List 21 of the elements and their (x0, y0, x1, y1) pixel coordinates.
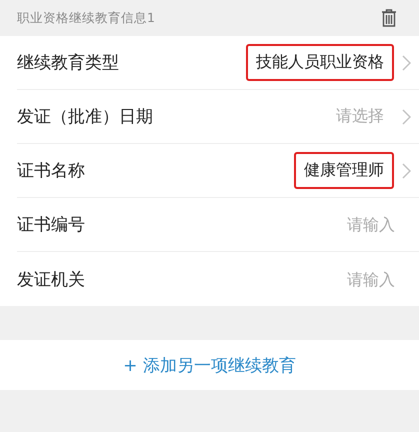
field-placeholder: 请选择 (335, 105, 385, 127)
section-title: 职业资格继续教育信息1 (17, 10, 155, 26)
field-value: 健康管理师 (294, 152, 394, 189)
form-row[interactable]: 证书编号 请输入 (17, 198, 419, 252)
field-label: 继续教育类型 (17, 52, 119, 74)
form-row[interactable]: 发证机关 请输入 (17, 252, 419, 306)
field-label: 证书编号 (17, 214, 85, 236)
field-label: 发证（批准）日期 (17, 106, 153, 128)
form-row[interactable]: 发证（批准）日期 请选择 (17, 90, 419, 144)
trash-icon[interactable] (381, 9, 397, 27)
add-button[interactable]: + 添加另一项继续教育 (0, 340, 419, 390)
chevron-icon (402, 108, 411, 124)
field-label: 证书名称 (17, 160, 85, 182)
chevron-icon (402, 54, 411, 70)
input-field[interactable]: 请输入 (273, 268, 397, 290)
field-value: 技能人员职业资格 (246, 44, 394, 81)
form-row[interactable]: 继续教育类型 技能人员职业资格 (17, 36, 419, 90)
field-label: 发证机关 (17, 268, 85, 290)
input-field[interactable]: 请输入 (273, 214, 397, 235)
chevron-icon (402, 162, 411, 178)
form-row[interactable]: 证书名称 健康管理师 (17, 144, 419, 198)
